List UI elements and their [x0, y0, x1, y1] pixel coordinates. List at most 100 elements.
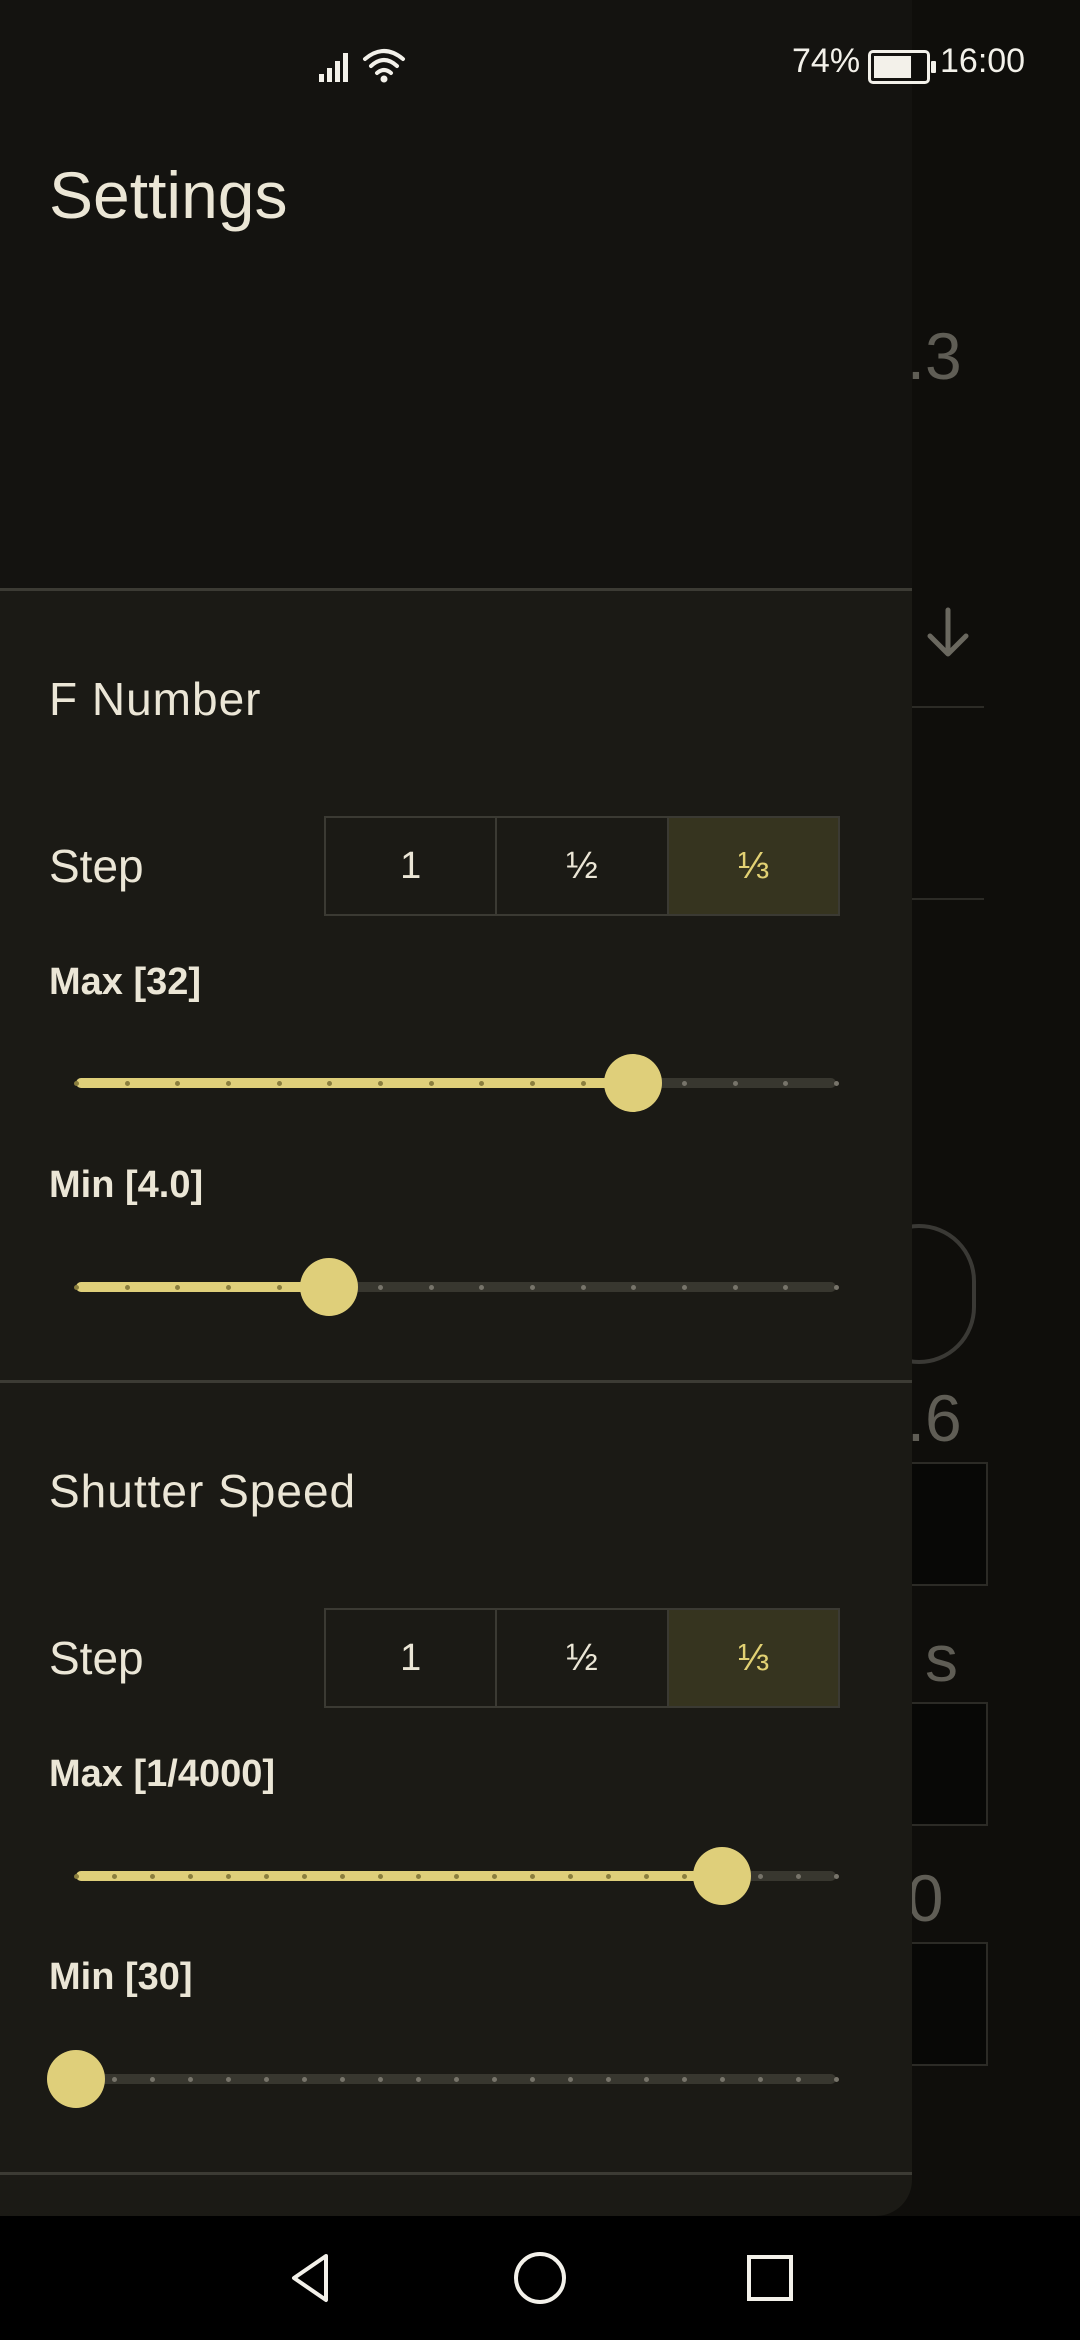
slider-tick — [264, 1874, 269, 1879]
slider-tick — [796, 2077, 801, 2082]
slider-tick — [276, 1285, 282, 1290]
f-number-max-label: Max [32] — [49, 961, 202, 1003]
slider-tick — [454, 1874, 459, 1879]
slider-tick — [644, 1874, 649, 1879]
slider-tick — [568, 2077, 573, 2082]
f-number-title: F Number — [49, 673, 262, 725]
slider-thumb[interactable] — [47, 2050, 105, 2108]
slider-tick — [302, 2077, 307, 2082]
f-number-step-1[interactable]: 1 — [326, 818, 498, 914]
slider-fill — [76, 1282, 330, 1292]
slider-tick — [378, 1874, 383, 1879]
slider-tick — [378, 1081, 383, 1086]
slider-tick — [340, 1874, 345, 1879]
slider-tick — [416, 1874, 421, 1879]
slider-tick — [340, 2077, 345, 2082]
slider-tick — [124, 1081, 130, 1086]
slider-tick — [112, 2077, 117, 2082]
slider-tick — [682, 1081, 687, 1086]
slider-tick — [530, 2077, 535, 2082]
slider-tick — [492, 1874, 497, 1879]
slider-tick — [530, 1874, 535, 1879]
home-icon[interactable] — [510, 2248, 570, 2308]
slider-tick — [150, 1874, 155, 1879]
slider-tick — [834, 1081, 839, 1086]
slider-tick — [758, 1874, 763, 1879]
slider-tick — [720, 2077, 725, 2082]
slider-tick — [530, 1285, 535, 1290]
slider-tick — [606, 2077, 611, 2082]
battery-level — [874, 56, 911, 78]
shutter-speed-max-label: Max [1/4000] — [49, 1753, 276, 1795]
shutter-speed-max-slider[interactable] — [74, 1845, 839, 1905]
shutter-speed-min-label: Min [30] — [49, 1956, 193, 1998]
shutter-speed-step-label: Step — [49, 1632, 144, 1684]
slider-thumb[interactable] — [300, 1258, 359, 1316]
f-number-step-third[interactable]: ⅓ — [668, 818, 838, 914]
slider-tick — [682, 1874, 687, 1879]
shutter-speed-title: Shutter Speed — [49, 1465, 357, 1517]
slider-tick — [112, 1874, 117, 1879]
slider-tick — [428, 1285, 434, 1290]
slider-tick — [606, 1874, 611, 1879]
bg-field — [906, 1702, 988, 1826]
section-divider — [0, 588, 912, 591]
section-divider — [0, 1380, 912, 1383]
f-number-step-label: Step — [49, 840, 144, 892]
back-icon[interactable] — [280, 2248, 340, 2308]
shutter-speed-step-half[interactable]: ½ — [497, 1610, 669, 1706]
slider-thumb[interactable] — [693, 1847, 751, 1905]
f-number-max-slider[interactable] — [74, 1052, 839, 1112]
slider-tick — [188, 1874, 193, 1879]
bg-divider — [912, 706, 984, 708]
slider-tick — [188, 2077, 193, 2082]
slider-tick — [74, 1874, 79, 1879]
f-number-min-slider[interactable] — [74, 1256, 839, 1316]
slider-tick — [264, 2077, 269, 2082]
slider-tick — [416, 2077, 421, 2082]
slider-tick — [530, 1081, 535, 1086]
slider-tick — [428, 1081, 434, 1086]
navigation-bar — [0, 2216, 1080, 2340]
slider-tick — [834, 1874, 839, 1879]
battery-percent: 74% — [792, 42, 861, 80]
slider-tick — [492, 2077, 497, 2082]
bg-field — [906, 1462, 988, 1586]
signal-icon — [319, 53, 348, 82]
recents-icon[interactable] — [740, 2248, 800, 2308]
slider-tick — [74, 1285, 79, 1290]
settings-drawer: Settings F Number Step 1 ½ ⅓ Max [32] Mi… — [0, 0, 912, 2216]
slider-tick — [226, 2077, 231, 2082]
slider-tick — [580, 1081, 586, 1086]
slider-tick — [302, 1874, 307, 1879]
slider-tick — [732, 1285, 738, 1290]
shutter-speed-step-selector: 1 ½ ⅓ — [324, 1608, 840, 1708]
slider-tick — [226, 1874, 231, 1879]
slider-tick — [682, 1285, 687, 1290]
battery-icon — [868, 50, 936, 84]
slider-tick — [378, 1285, 383, 1290]
f-number-step-selector: 1 ½ ⅓ — [324, 816, 840, 916]
slider-fill — [76, 1871, 722, 1881]
shutter-speed-min-slider[interactable] — [47, 2048, 839, 2108]
bg-field — [906, 1942, 988, 2066]
slider-tick — [124, 1285, 130, 1290]
slider-thumb[interactable] — [604, 1054, 663, 1112]
slider-tick — [834, 2077, 839, 2082]
slider-tick — [796, 1874, 801, 1879]
slider-tick — [226, 1081, 231, 1086]
slider-fill — [76, 1078, 634, 1088]
clock: 16:00 — [940, 42, 1026, 80]
arrow-down-icon — [927, 607, 969, 657]
bg-divider — [912, 898, 984, 900]
slider-tick — [454, 2077, 459, 2082]
shutter-speed-step-1[interactable]: 1 — [326, 1610, 498, 1706]
slider-tick — [644, 2077, 649, 2082]
section-divider — [0, 2172, 912, 2175]
slider-tick — [834, 1285, 839, 1290]
page-title: Settings — [49, 158, 288, 232]
shutter-speed-step-third[interactable]: ⅓ — [668, 1610, 838, 1706]
f-number-step-half[interactable]: ½ — [497, 818, 669, 914]
slider-tick — [74, 1081, 79, 1086]
slider-tick — [732, 1081, 738, 1086]
